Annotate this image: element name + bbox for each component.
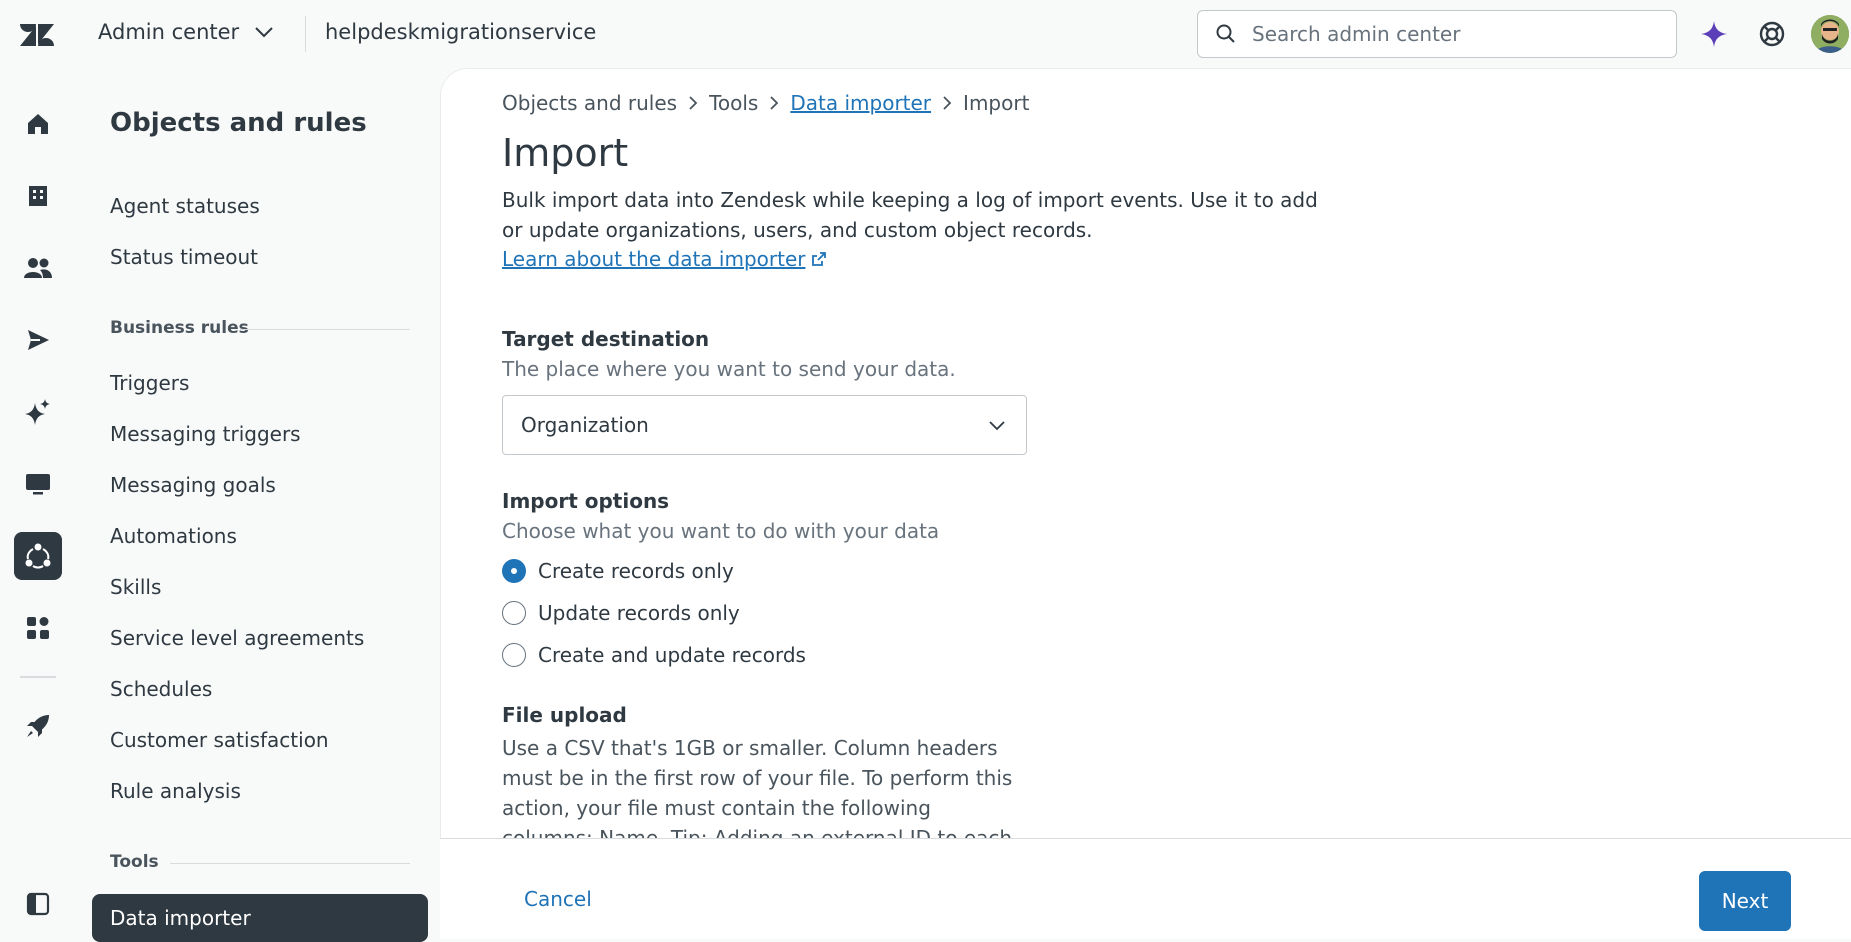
cancel-button[interactable]: Cancel [524, 887, 592, 911]
chevron-right-icon [689, 96, 698, 110]
rail-ai[interactable] [14, 388, 62, 436]
ai-assistant-button[interactable] [1697, 17, 1731, 51]
nav-item-status-timeout[interactable]: Status timeout [110, 245, 258, 269]
rail-divider [20, 676, 56, 678]
chevron-right-icon [943, 96, 952, 110]
file-upload-label: File upload [502, 703, 627, 727]
radio-selected-indicator[interactable] [502, 559, 526, 583]
zendesk-logo-icon[interactable] [20, 20, 54, 50]
header-divider [305, 16, 306, 52]
radio-update-only[interactable]: Update records only [502, 601, 740, 625]
home-icon [28, 114, 48, 134]
objects-rules-icon [25, 543, 51, 569]
chevron-right-icon [770, 96, 779, 110]
rail-collapse[interactable] [14, 880, 62, 928]
radio-create-only[interactable]: Create records only [502, 559, 734, 583]
nav-item-rule-analysis[interactable]: Rule analysis [110, 779, 241, 803]
product-name: Admin center [98, 20, 240, 44]
breadcrumb-data-importer-link[interactable]: Data importer [790, 91, 931, 115]
section-divider [240, 329, 410, 330]
radio-label: Update records only [538, 601, 740, 625]
nav-item-schedules[interactable]: Schedules [110, 677, 212, 701]
nav-section-business-rules: Business rules [110, 318, 410, 338]
main-content: Objects and rules Tools Data importer Im… [440, 68, 1851, 939]
building-icon [29, 186, 47, 206]
user-avatar[interactable] [1811, 15, 1849, 53]
nav-title: Objects and rules [110, 108, 367, 138]
target-destination-hint: The place where you want to send your da… [502, 357, 956, 381]
rail-home[interactable] [14, 100, 62, 148]
nav-item-automations[interactable]: Automations [110, 524, 237, 548]
import-options-label: Import options [502, 489, 670, 513]
external-link-icon [812, 252, 827, 266]
monitor-icon [26, 474, 50, 495]
file-upload-description: Use a CSV that's 1GB or smaller. Column … [502, 736, 1013, 841]
radio-label: Create and update records [538, 643, 806, 667]
nav-item-customer-satisfaction[interactable]: Customer satisfaction [110, 728, 329, 752]
people-icon [24, 258, 52, 278]
nav-item-messaging-triggers[interactable]: Messaging triggers [110, 422, 301, 446]
target-destination-label: Target destination [502, 327, 710, 351]
help-button[interactable] [1755, 17, 1789, 51]
avatar-image-icon [1811, 15, 1849, 53]
chevron-down-icon [255, 27, 273, 38]
target-destination-value: Organization [521, 413, 649, 437]
breadcrumb-objects-rules: Objects and rules [502, 91, 678, 115]
nav-item-agent-statuses[interactable]: Agent statuses [110, 194, 260, 218]
rail-getting-started[interactable] [14, 702, 62, 750]
next-button[interactable]: Next [1699, 871, 1791, 931]
apps-icon [27, 617, 49, 639]
lifebuoy-icon [1759, 21, 1785, 47]
nav-item-skills[interactable]: Skills [110, 575, 161, 599]
sidebar-toggle-icon [26, 892, 50, 916]
breadcrumb: Objects and rules Tools Data importer Im… [502, 91, 1029, 115]
nav-section-label: Tools [110, 852, 159, 872]
radio-indicator[interactable] [502, 601, 526, 625]
search-box[interactable] [1197, 10, 1677, 58]
nav-section-label: Business rules [110, 318, 249, 338]
nav-item-triggers[interactable]: Triggers [110, 371, 189, 395]
search-input[interactable] [1252, 22, 1652, 46]
sparkle-icon [1701, 21, 1727, 47]
nav-section-tools: Tools [110, 852, 410, 872]
search-icon [1216, 24, 1235, 43]
action-footer: Cancel Next [440, 838, 1851, 939]
top-bar: Admin center helpdeskmigrationservice [0, 0, 1851, 68]
product-rail [0, 68, 78, 939]
radio-indicator[interactable] [502, 643, 526, 667]
rail-workspaces[interactable] [14, 460, 62, 508]
rail-people[interactable] [14, 244, 62, 292]
sparkles-icon [25, 399, 50, 425]
radio-label: Create records only [538, 559, 734, 583]
nav-item-messaging-goals[interactable]: Messaging goals [110, 473, 276, 497]
nav-item-data-importer[interactable]: Data importer [92, 894, 428, 942]
secondary-nav: Objects and rules Agent statuses Status … [80, 68, 440, 942]
rail-objects-rules[interactable] [14, 532, 62, 580]
chevron-down-icon [989, 421, 1005, 431]
breadcrumb-import: Import [963, 91, 1030, 115]
breadcrumb-tools: Tools [709, 91, 759, 115]
product-switcher[interactable]: Admin center [98, 20, 275, 44]
rail-account[interactable] [14, 172, 62, 220]
page-title: Import [502, 131, 629, 175]
learn-more-label: Learn about the data importer [502, 247, 806, 271]
nav-item-sla[interactable]: Service level agreements [110, 626, 364, 650]
send-icon [28, 330, 49, 350]
section-divider [170, 863, 410, 864]
page-description: Bulk import data into Zendesk while keep… [502, 188, 1318, 242]
import-options-hint: Choose what you want to do with your dat… [502, 519, 940, 543]
rail-apps[interactable] [14, 604, 62, 652]
learn-more-link[interactable]: Learn about the data importer [502, 247, 827, 271]
target-destination-select[interactable]: Organization [502, 395, 1027, 455]
account-subdomain: helpdeskmigrationservice [325, 20, 597, 44]
radio-create-and-update[interactable]: Create and update records [502, 643, 806, 667]
rail-channels[interactable] [14, 316, 62, 364]
rocket-icon [27, 715, 49, 737]
